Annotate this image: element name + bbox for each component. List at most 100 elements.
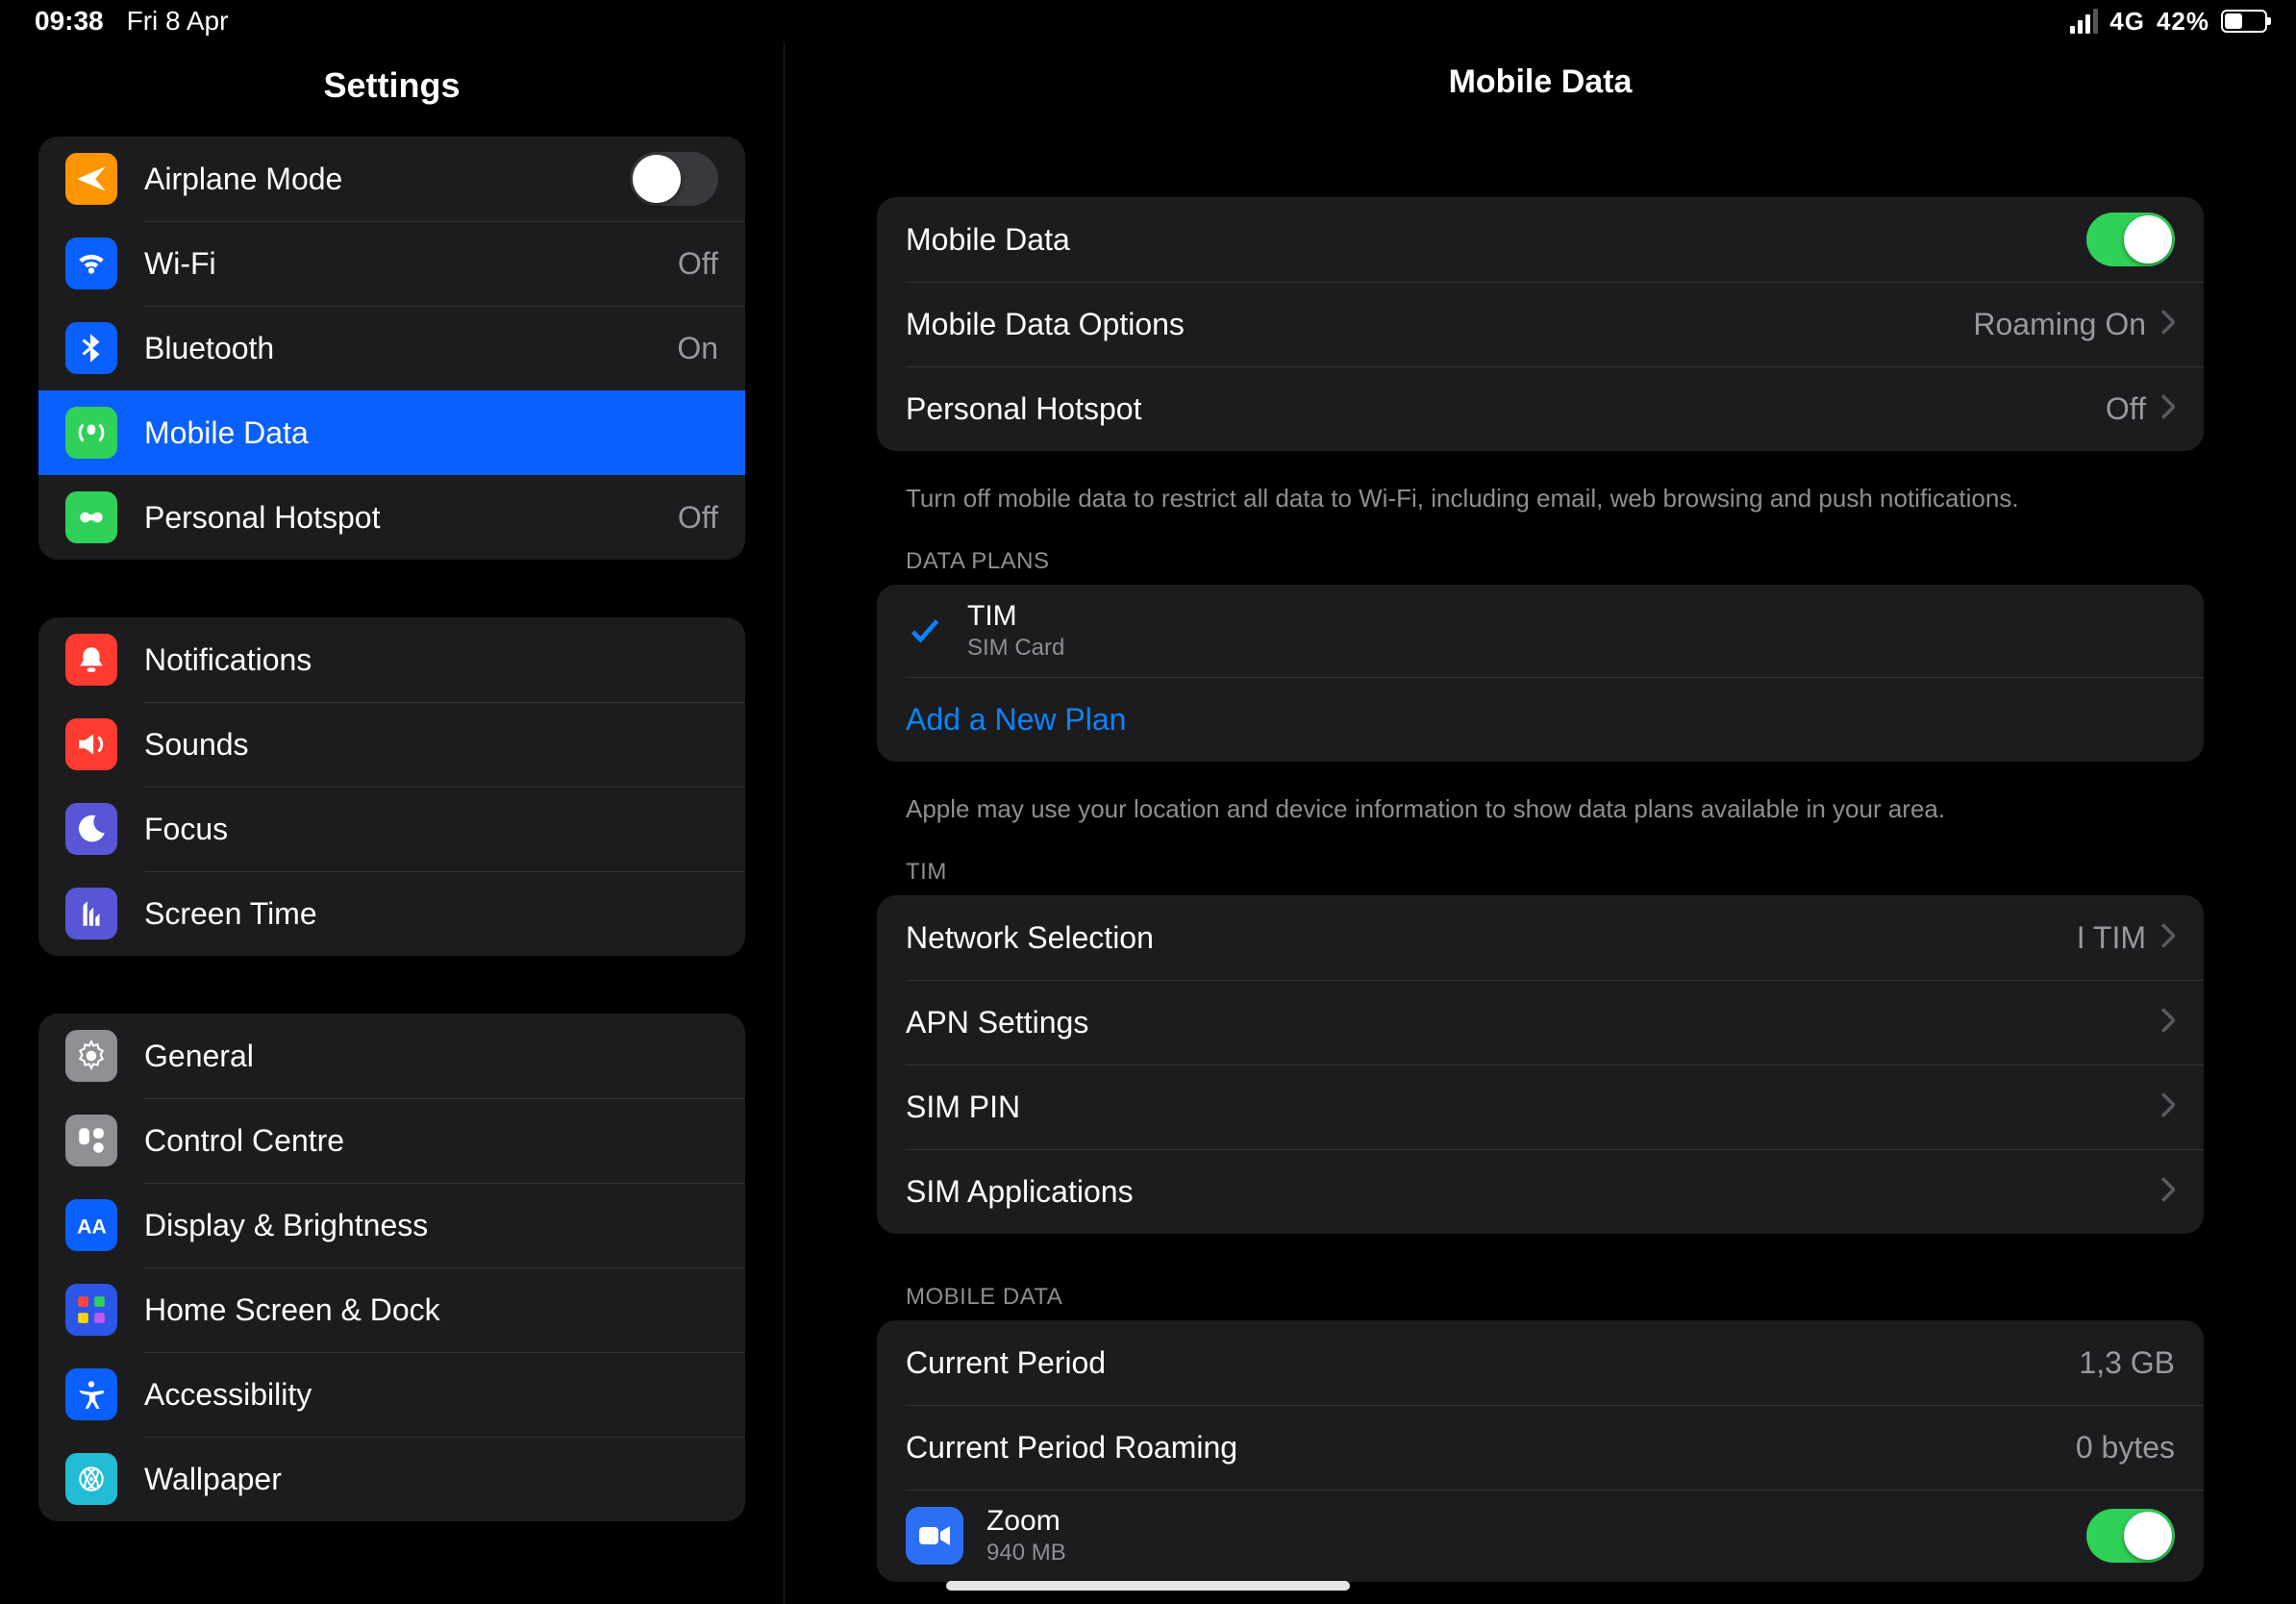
cellular-signal-icon [2070, 9, 2098, 34]
sounds-icon [65, 718, 117, 770]
sidebar-item-general[interactable]: General [38, 1014, 745, 1098]
apn-settings-label: APN Settings [906, 1005, 2146, 1040]
network-type: 4G [2109, 7, 2145, 37]
sidebar-item-label: Wi-Fi [144, 246, 678, 282]
mobile-data-options-label: Mobile Data Options [906, 307, 1973, 342]
sidebar-item-sounds[interactable]: Sounds [38, 702, 745, 787]
bluetooth-icon [65, 322, 117, 374]
status-date: Fri 8 Apr [127, 6, 229, 37]
app-usage-row-zoom[interactable]: Zoom 940 MB [877, 1490, 2204, 1582]
checkmark-icon [906, 615, 944, 646]
sidebar-item-label: Wallpaper [144, 1462, 718, 1497]
sidebar-item-label: Home Screen & Dock [144, 1292, 718, 1328]
mobile-data-usage-header: MOBILE DATA [877, 1251, 2204, 1320]
chevron-right-icon [2161, 1008, 2175, 1038]
network-selection-row[interactable]: Network Selection I TIM [877, 895, 2204, 980]
sidebar-item-screentime[interactable]: Screen Time [38, 871, 745, 956]
app-usage-toggle[interactable] [2086, 1509, 2175, 1563]
sim-applications-label: SIM Applications [906, 1174, 2146, 1210]
sidebar-item-label: Notifications [144, 642, 718, 678]
sidebar-item-label: Display & Brightness [144, 1208, 718, 1243]
network-selection-value: I TIM [2077, 920, 2146, 956]
hotspot-icon [65, 491, 117, 543]
sidebar-item-wifi[interactable]: Wi-FiOff [38, 221, 745, 306]
display-icon: AA [65, 1199, 117, 1251]
sidebar-item-label: Bluetooth [144, 331, 677, 366]
tim-header: TIM [877, 826, 2204, 895]
sidebar-item-bluetooth[interactable]: BluetoothOn [38, 306, 745, 390]
current-period-roaming-label: Current Period Roaming [906, 1430, 2076, 1466]
mobile-data-options-row[interactable]: Mobile Data Options Roaming On [877, 282, 2204, 366]
data-plan-carrier: TIM [967, 600, 1064, 633]
home-indicator[interactable] [946, 1581, 1350, 1591]
chevron-right-icon [2161, 394, 2175, 424]
sidebar-item-display[interactable]: AA Display & Brightness [38, 1183, 745, 1267]
add-new-plan-row[interactable]: Add a New Plan [877, 677, 2204, 762]
battery-icon [2221, 10, 2267, 33]
current-period-label: Current Period [906, 1345, 2079, 1381]
chevron-right-icon [2161, 1092, 2175, 1122]
app-usage-amount: 940 MB [986, 1540, 2086, 1566]
current-period-value: 1,3 GB [2079, 1345, 2175, 1381]
mobile-data-toggle-label: Mobile Data [906, 222, 2086, 258]
sim-applications-row[interactable]: SIM Applications [877, 1149, 2204, 1234]
sidebar-item-controlcentre[interactable]: Control Centre [38, 1098, 745, 1183]
sidebar-title: Settings [0, 42, 784, 137]
sidebar-item-focus[interactable]: Focus [38, 787, 745, 871]
zoom-app-icon [906, 1507, 963, 1565]
data-plans-header: DATA PLANS [877, 515, 2204, 585]
sidebar-item-value: Off [678, 500, 718, 536]
sidebar-item-label: Airplane Mode [144, 162, 630, 197]
battery-percent: 42% [2157, 7, 2209, 37]
personal-hotspot-label: Personal Hotspot [906, 391, 2106, 427]
sim-pin-label: SIM PIN [906, 1090, 2146, 1125]
sidebar-item-label: Mobile Data [144, 415, 718, 451]
data-plan-carrier-sub: SIM Card [967, 635, 1064, 662]
app-usage-name: Zoom [986, 1505, 2086, 1538]
airplane-toggle[interactable] [630, 152, 718, 206]
sim-pin-row[interactable]: SIM PIN [877, 1065, 2204, 1149]
focus-icon [65, 803, 117, 855]
mobile-data-toggle[interactable] [2086, 213, 2175, 266]
sidebar-item-mobile[interactable]: Mobile Data [38, 390, 745, 475]
add-new-plan-label: Add a New Plan [906, 702, 2175, 738]
sidebar-item-notifications[interactable]: Notifications [38, 617, 745, 702]
detail-title: Mobile Data [785, 42, 2296, 139]
apn-settings-row[interactable]: APN Settings [877, 980, 2204, 1065]
chevron-right-icon [2161, 923, 2175, 953]
screentime-icon [65, 888, 117, 940]
wallpaper-icon [65, 1453, 117, 1505]
data-plans-footer: Apple may use your location and device i… [877, 779, 2204, 826]
sidebar-item-hotspot[interactable]: Personal HotspotOff [38, 475, 745, 560]
airplane-icon [65, 153, 117, 205]
sidebar-item-label: Accessibility [144, 1377, 718, 1413]
mobile-data-toggle-row[interactable]: Mobile Data [877, 197, 2204, 282]
personal-hotspot-value: Off [2106, 391, 2146, 427]
sidebar-item-label: Sounds [144, 727, 718, 763]
sidebar-group: Airplane ModeWi-FiOffBluetoothOnMobile D… [38, 137, 745, 560]
mobile-icon [65, 407, 117, 459]
data-plan-tim-row[interactable]: TIM SIM Card [877, 585, 2204, 677]
controlcentre-icon [65, 1115, 117, 1166]
sidebar-group: General Control Centre AA Display & Brightn… [38, 1014, 745, 1521]
sidebar-item-label: Control Centre [144, 1123, 718, 1159]
current-period-roaming-value: 0 bytes [2076, 1430, 2175, 1466]
personal-hotspot-row[interactable]: Personal Hotspot Off [877, 366, 2204, 451]
detail-pane: Mobile Data Mobile Data Mobile Data Opti… [785, 42, 2296, 1604]
chevron-right-icon [2161, 1177, 2175, 1207]
current-period-row: Current Period 1,3 GB [877, 1320, 2204, 1405]
sidebar-item-accessibility[interactable]: Accessibility [38, 1352, 745, 1437]
sidebar-item-homescreen[interactable]: Home Screen & Dock [38, 1267, 745, 1352]
sidebar-item-wallpaper[interactable]: Wallpaper [38, 1437, 745, 1521]
homescreen-icon [65, 1284, 117, 1336]
sidebar-item-airplane[interactable]: Airplane Mode [38, 137, 745, 221]
mobile-data-footer: Turn off mobile data to restrict all dat… [877, 468, 2204, 515]
chevron-right-icon [2161, 310, 2175, 339]
sidebar-item-value: Off [678, 246, 718, 282]
sidebar-item-value: On [677, 331, 718, 366]
status-time: 09:38 [35, 6, 104, 37]
tim-group: Network Selection I TIM APN Settings SIM… [877, 895, 2204, 1234]
accessibility-icon [65, 1368, 117, 1420]
sidebar-item-label: Screen Time [144, 896, 718, 932]
mobile-data-options-value: Roaming On [1973, 307, 2146, 342]
